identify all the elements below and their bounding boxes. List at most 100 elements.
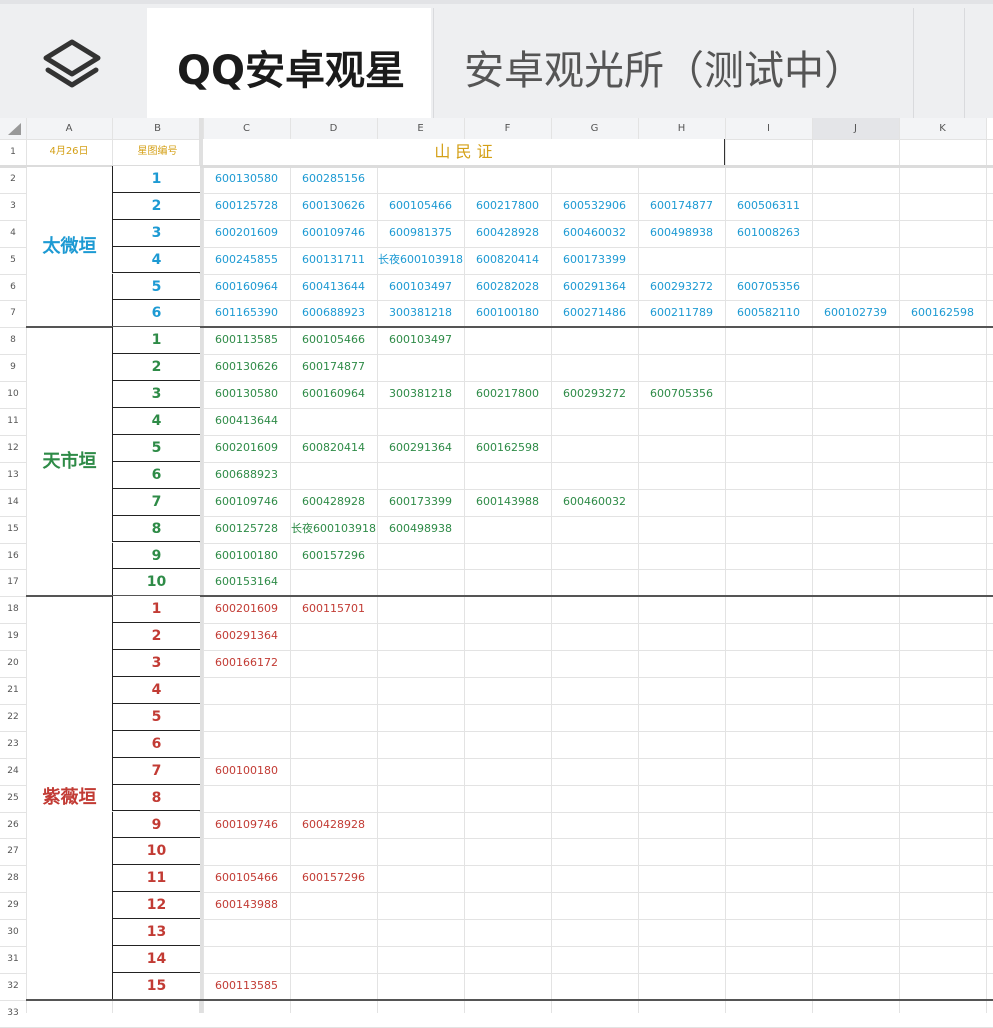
stock-code-cell[interactable]: 600113585 xyxy=(203,327,290,354)
star-map-number[interactable]: 1 xyxy=(112,165,200,193)
row-header[interactable]: 24 xyxy=(0,758,26,785)
star-map-number[interactable]: 1 xyxy=(112,596,200,624)
stock-code-cell[interactable]: 600245855 xyxy=(203,247,290,274)
stock-code-cell[interactable]: 600428928 xyxy=(290,812,377,839)
row-header[interactable]: 16 xyxy=(0,543,26,570)
stock-code-cell[interactable]: 600143988 xyxy=(464,489,551,516)
stock-code-cell[interactable]: 长夜600103918 xyxy=(290,516,377,543)
stock-code-cell[interactable]: 600201609 xyxy=(203,435,290,462)
stock-code-cell[interactable]: 600217800 xyxy=(464,381,551,408)
stock-code-cell[interactable]: 600174877 xyxy=(290,354,377,381)
stock-code-cell[interactable]: 600201609 xyxy=(203,596,290,623)
stock-code-cell[interactable]: 600705356 xyxy=(638,381,725,408)
stock-code-cell[interactable]: 600105466 xyxy=(377,193,464,220)
stock-code-cell[interactable]: 600130580 xyxy=(203,166,290,193)
star-map-number[interactable]: 4 xyxy=(112,408,200,435)
stock-code-cell[interactable]: 600162598 xyxy=(899,300,986,327)
stock-code-cell[interactable]: 600498938 xyxy=(638,220,725,247)
stock-code-cell[interactable]: 600201609 xyxy=(203,220,290,247)
stock-code-cell[interactable]: 600143988 xyxy=(203,892,290,919)
column-header[interactable]: C xyxy=(203,118,290,139)
star-map-number[interactable]: 2 xyxy=(112,623,200,651)
star-map-number[interactable]: 5 xyxy=(112,703,200,731)
stock-code-cell[interactable]: 600109746 xyxy=(203,812,290,839)
row-header[interactable]: 17 xyxy=(0,570,26,597)
stock-code-cell[interactable]: 600103497 xyxy=(377,327,464,354)
stock-code-cell[interactable]: 600103497 xyxy=(377,274,464,301)
star-map-number[interactable]: 3 xyxy=(112,219,200,247)
star-map-number[interactable]: 5 xyxy=(112,434,200,462)
stock-code-cell[interactable]: 600109746 xyxy=(290,220,377,247)
select-all-corner[interactable] xyxy=(0,118,26,139)
row-header[interactable]: 21 xyxy=(0,678,26,704)
stock-code-cell[interactable]: 601165390 xyxy=(203,300,290,327)
stock-code-cell[interactable]: 600130626 xyxy=(203,354,290,381)
star-map-number[interactable]: 10 xyxy=(112,838,200,866)
stock-code-cell[interactable]: 600162598 xyxy=(464,435,551,462)
header-date[interactable]: 4月26日 xyxy=(26,139,112,166)
star-map-number[interactable]: 12 xyxy=(112,892,200,920)
column-header[interactable]: K xyxy=(899,118,986,139)
stock-code-cell[interactable]: 600413644 xyxy=(203,408,290,435)
row-header[interactable]: 9 xyxy=(0,355,26,382)
row-header[interactable]: 20 xyxy=(0,651,26,677)
row-header[interactable]: 5 xyxy=(0,247,26,274)
menu-button[interactable] xyxy=(0,8,145,118)
star-map-number[interactable]: 4 xyxy=(112,677,200,704)
stock-code-cell[interactable]: 600157296 xyxy=(290,865,377,892)
stock-code-cell[interactable]: 600428928 xyxy=(464,220,551,247)
stock-code-cell[interactable]: 600115701 xyxy=(290,596,377,623)
row-header[interactable]: 6 xyxy=(0,274,26,301)
stock-code-cell[interactable]: 600506311 xyxy=(725,193,812,220)
row-header[interactable]: 28 xyxy=(0,866,26,893)
stock-code-cell[interactable]: 600105466 xyxy=(203,865,290,892)
star-map-number[interactable]: 9 xyxy=(112,542,200,570)
tab-empty-2[interactable] xyxy=(964,8,993,118)
row-header[interactable]: 1 xyxy=(0,140,26,166)
stock-code-cell[interactable]: 600293272 xyxy=(551,381,638,408)
stock-code-cell[interactable]: 长夜600103918 xyxy=(377,247,464,274)
star-map-number[interactable]: 2 xyxy=(112,192,200,220)
row-header[interactable]: 32 xyxy=(0,973,26,1000)
row-header[interactable]: 14 xyxy=(0,489,26,516)
row-header[interactable]: 22 xyxy=(0,704,26,731)
stock-code-cell[interactable]: 600981375 xyxy=(377,220,464,247)
row-header[interactable]: 10 xyxy=(0,382,26,408)
star-map-number[interactable]: 2 xyxy=(112,354,200,382)
row-header[interactable]: 18 xyxy=(0,597,26,624)
stock-code-cell[interactable]: 600285156 xyxy=(290,166,377,193)
row-header[interactable]: 29 xyxy=(0,893,26,920)
stock-code-cell[interactable]: 600102739 xyxy=(812,300,899,327)
star-map-number[interactable]: 4 xyxy=(112,246,200,274)
stock-code-cell[interactable]: 600125728 xyxy=(203,516,290,543)
star-map-number[interactable]: 13 xyxy=(112,919,200,946)
column-header[interactable]: F xyxy=(464,118,551,139)
spreadsheet-grid[interactable]: A B C D E F G H I J K 1 2 3 4 5 6 7 8 9 10 11 12 13 14 15 16 17 18 19… xyxy=(0,118,993,1028)
stock-code-cell[interactable]: 600217800 xyxy=(464,193,551,220)
star-map-number[interactable]: 5 xyxy=(112,273,200,301)
stock-code-cell[interactable]: 600174877 xyxy=(638,193,725,220)
column-header[interactable]: B xyxy=(112,118,203,139)
column-header[interactable]: A xyxy=(26,118,112,139)
stock-code-cell[interactable]: 600131711 xyxy=(290,247,377,274)
stock-code-cell[interactable]: 600130580 xyxy=(203,381,290,408)
star-map-number[interactable]: 3 xyxy=(112,381,200,408)
stock-code-cell[interactable]: 600688923 xyxy=(290,300,377,327)
row-header[interactable]: 27 xyxy=(0,839,26,866)
row-header[interactable]: 8 xyxy=(0,328,26,355)
stock-code-cell[interactable]: 600113585 xyxy=(203,973,290,1000)
stock-code-cell[interactable]: 600105466 xyxy=(290,327,377,354)
stock-code-cell[interactable]: 600109746 xyxy=(203,489,290,516)
star-map-number[interactable]: 8 xyxy=(112,515,200,543)
star-map-number[interactable]: 6 xyxy=(112,730,200,758)
row-header[interactable]: 19 xyxy=(0,624,26,651)
stock-code-cell[interactable]: 600428928 xyxy=(290,489,377,516)
star-map-number[interactable]: 9 xyxy=(112,811,200,839)
column-header[interactable]: G xyxy=(551,118,638,139)
stock-code-cell[interactable]: 600100180 xyxy=(464,300,551,327)
star-map-number[interactable]: 6 xyxy=(112,300,200,328)
stock-code-cell[interactable]: 601008263 xyxy=(725,220,812,247)
star-map-number[interactable]: 14 xyxy=(112,946,200,973)
stock-code-cell[interactable]: 600282028 xyxy=(464,274,551,301)
stock-code-cell[interactable]: 600820414 xyxy=(290,435,377,462)
